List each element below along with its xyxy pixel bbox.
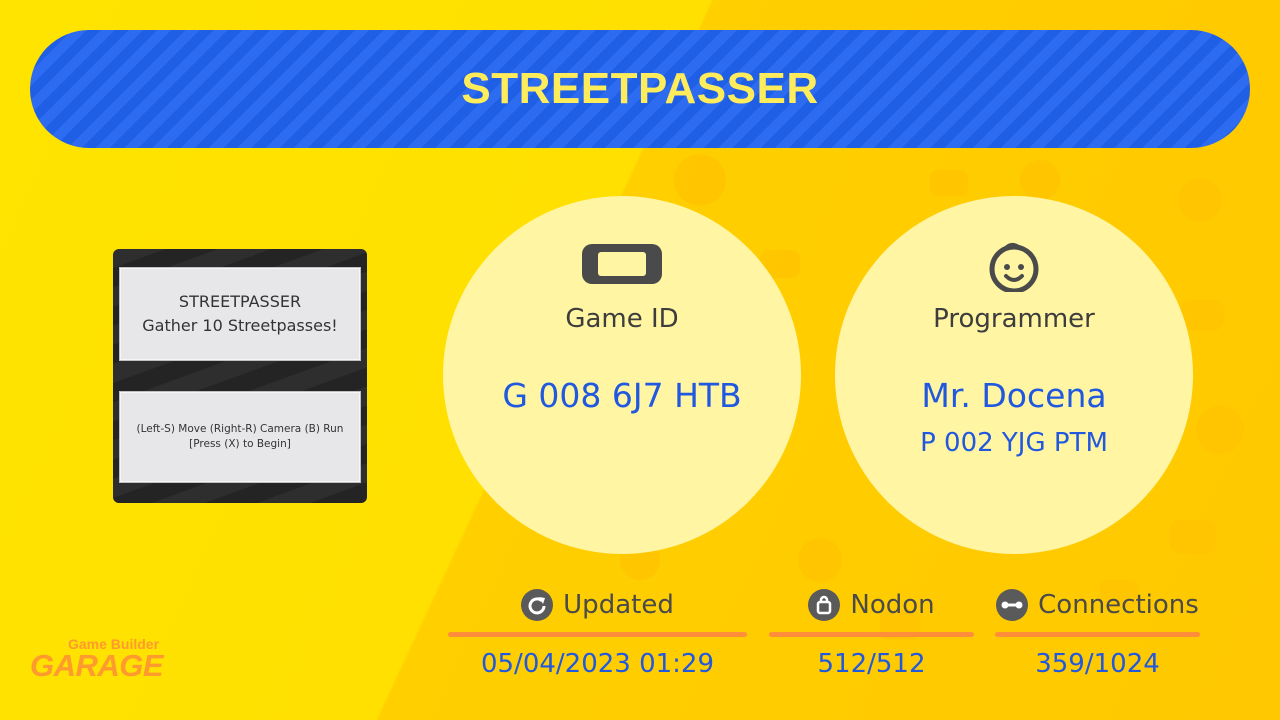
connections-label: Connections bbox=[1038, 590, 1199, 620]
updated-label: Updated bbox=[563, 590, 674, 620]
lock-icon bbox=[808, 589, 841, 621]
updated-value: 05/04/2023 01:29 bbox=[480, 649, 715, 679]
nodon-value: 512/512 bbox=[817, 649, 926, 679]
logo-line2: GARAGE bbox=[30, 648, 164, 683]
thumbnail-title: STREETPASSER bbox=[178, 292, 302, 311]
game-thumbnail: STREETPASSER Gather 10 Streetpasses! (Le… bbox=[113, 249, 367, 503]
refresh-icon bbox=[521, 589, 554, 621]
updated-divider bbox=[448, 632, 747, 637]
thumbnail-subtitle: Gather 10 Streetpasses! bbox=[142, 316, 338, 335]
game-id-panel: Game ID G 008 6J7 HTB bbox=[443, 196, 801, 554]
thumbnail-controls-card: (Left-S) Move (Right-R) Camera (B) Run [… bbox=[119, 391, 361, 483]
stat-updated: Updated 05/04/2023 01:29 bbox=[448, 588, 747, 688]
nodon-divider bbox=[769, 632, 974, 637]
switch-console-icon bbox=[443, 242, 801, 286]
game-title: STREETPASSER bbox=[461, 64, 819, 113]
thumbnail-controls: (Left-S) Move (Right-R) Camera (B) Run bbox=[136, 423, 344, 435]
face-icon bbox=[835, 242, 1193, 292]
thumbnail-start-hint: [Press (X) to Begin] bbox=[189, 438, 291, 450]
thumbnail-title-card: STREETPASSER Gather 10 Streetpasses! bbox=[119, 267, 361, 361]
game-builder-garage-logo: Game Builder GARAGE bbox=[30, 632, 170, 684]
programmer-name: Mr. Docena bbox=[921, 376, 1107, 415]
connections-value: 359/1024 bbox=[1035, 649, 1160, 679]
link-icon bbox=[996, 589, 1029, 621]
stat-nodon: Nodon 512/512 bbox=[769, 588, 974, 688]
programmer-panel: Programmer Mr. Docena P 002 YJG PTM bbox=[835, 196, 1193, 554]
programmer-label: Programmer bbox=[933, 304, 1095, 334]
connections-divider bbox=[995, 632, 1200, 637]
nodon-label: Nodon bbox=[850, 590, 935, 620]
game-id-label: Game ID bbox=[565, 304, 679, 334]
programmer-id: P 002 YJG PTM bbox=[920, 428, 1108, 458]
title-banner: STREETPASSER bbox=[30, 30, 1250, 148]
game-id-value: G 008 6J7 HTB bbox=[502, 376, 742, 415]
stat-connections: Connections 359/1024 bbox=[995, 588, 1200, 688]
